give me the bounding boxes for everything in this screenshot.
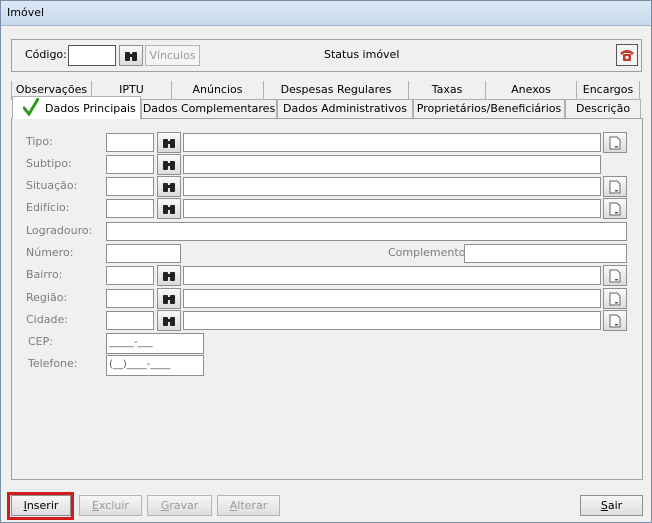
edificio-code-input[interactable] (106, 199, 154, 218)
dados-principais-panel: Tipo: Subtipo: Situação: Edifício: Logra… (11, 118, 643, 480)
binoculars-icon (163, 138, 175, 148)
document-icon (609, 136, 621, 149)
header-frame: Código: Vínculos Status imóvel (11, 39, 642, 72)
document-icon (609, 314, 621, 327)
checkmark-icon (22, 97, 40, 121)
bairro-description-input[interactable] (183, 266, 601, 285)
document-icon (609, 180, 621, 193)
cidade-search-button[interactable] (157, 310, 181, 331)
tipo-search-button[interactable] (157, 132, 181, 153)
regiao-search-button[interactable] (157, 288, 181, 309)
binoculars-icon (163, 160, 175, 170)
telefone-label: Telefone: (28, 357, 78, 370)
logradouro-input[interactable] (106, 222, 627, 241)
cidade-doc-button[interactable] (603, 310, 627, 331)
subtipo-description-input[interactable] (183, 155, 601, 174)
tipo-label: Tipo: (26, 135, 53, 148)
tab-dados-principais-label: Dados Principais (45, 102, 136, 115)
binoculars-icon (125, 51, 137, 61)
binoculars-icon (163, 271, 175, 281)
bairro-doc-button[interactable] (603, 265, 627, 286)
tab-encargos[interactable]: Encargos (576, 81, 640, 100)
regiao-label: Região: (26, 291, 68, 304)
tab-despesas-regulares[interactable]: Despesas Regulares (263, 81, 408, 100)
situacao-doc-button[interactable] (603, 176, 627, 197)
edificio-doc-button[interactable] (603, 198, 627, 219)
tipo-doc-button[interactable] (603, 132, 627, 153)
situacao-code-input[interactable] (106, 177, 154, 196)
codigo-label: Código: (25, 48, 67, 61)
inserir-highlight-box (7, 492, 74, 520)
logradouro-label: Logradouro: (26, 224, 93, 237)
binoculars-icon (163, 294, 175, 304)
tab-anexos[interactable]: Anexos (485, 81, 576, 100)
cidade-label: Cidade: (26, 313, 68, 326)
document-icon (609, 269, 621, 282)
vinculos-button[interactable]: Vínculos (145, 45, 200, 66)
numero-label: Número: (26, 246, 74, 259)
binoculars-icon (163, 316, 175, 326)
cidade-code-input[interactable] (106, 311, 154, 330)
document-icon (609, 202, 621, 215)
tab-proprietarios-beneficiarios[interactable]: Proprietários/Beneficiários (413, 99, 565, 118)
document-icon (609, 292, 621, 305)
edificio-description-input[interactable] (183, 199, 601, 218)
subtipo-code-input[interactable] (106, 155, 154, 174)
binoculars-icon (163, 182, 175, 192)
complemento-input[interactable] (464, 244, 627, 263)
situacao-label: Situação: (26, 179, 78, 192)
tab-dados-complementares[interactable]: Dados Complementares (141, 99, 277, 118)
phone-button[interactable] (616, 44, 638, 66)
phone-icon (620, 50, 634, 61)
bairro-code-input[interactable] (106, 266, 154, 285)
bairro-search-button[interactable] (157, 265, 181, 286)
subtipo-search-button[interactable] (157, 154, 181, 175)
regiao-description-input[interactable] (183, 289, 601, 308)
edificio-label: Edifício: (26, 201, 70, 214)
numero-input[interactable] (106, 244, 181, 263)
status-imovel-label: Status imóvel (324, 48, 400, 61)
tipo-code-input[interactable] (106, 133, 154, 152)
sair-button[interactable]: Sair (580, 495, 643, 516)
regiao-code-input[interactable] (106, 289, 154, 308)
cep-label: CEP: (28, 335, 53, 348)
tab-descricao[interactable]: Descrição (565, 99, 641, 118)
tab-anuncios[interactable]: Anúncios (171, 81, 263, 100)
complemento-label: Complemento: (388, 246, 470, 259)
cep-input[interactable]: _____-___ (106, 333, 204, 354)
bairro-label: Bairro: (26, 268, 63, 281)
imovel-window: Imóvel Código: Vínculos Status imóvel Ob… (0, 0, 652, 523)
tab-dados-administrativos[interactable]: Dados Administrativos (277, 99, 413, 118)
window-title: Imóvel (7, 6, 45, 19)
title-bar: Imóvel (1, 1, 651, 26)
edificio-search-button[interactable] (157, 198, 181, 219)
subtipo-label: Subtipo: (26, 157, 72, 170)
tab-taxas[interactable]: Taxas (408, 81, 485, 100)
excluir-button[interactable]: Excluir (79, 495, 142, 516)
regiao-doc-button[interactable] (603, 288, 627, 309)
tipo-description-input[interactable] (183, 133, 601, 152)
codigo-input[interactable] (68, 45, 116, 66)
codigo-search-button[interactable] (119, 45, 143, 66)
alterar-button[interactable]: Alterar (217, 495, 280, 516)
binoculars-icon (163, 204, 175, 214)
telefone-input[interactable]: (__)____-____ (106, 355, 204, 376)
tab-dados-principais[interactable]: Dados Principais (12, 96, 141, 119)
gravar-button[interactable]: Gravar (147, 495, 212, 516)
situacao-description-input[interactable] (183, 177, 601, 196)
situacao-search-button[interactable] (157, 176, 181, 197)
cidade-description-input[interactable] (183, 311, 601, 330)
